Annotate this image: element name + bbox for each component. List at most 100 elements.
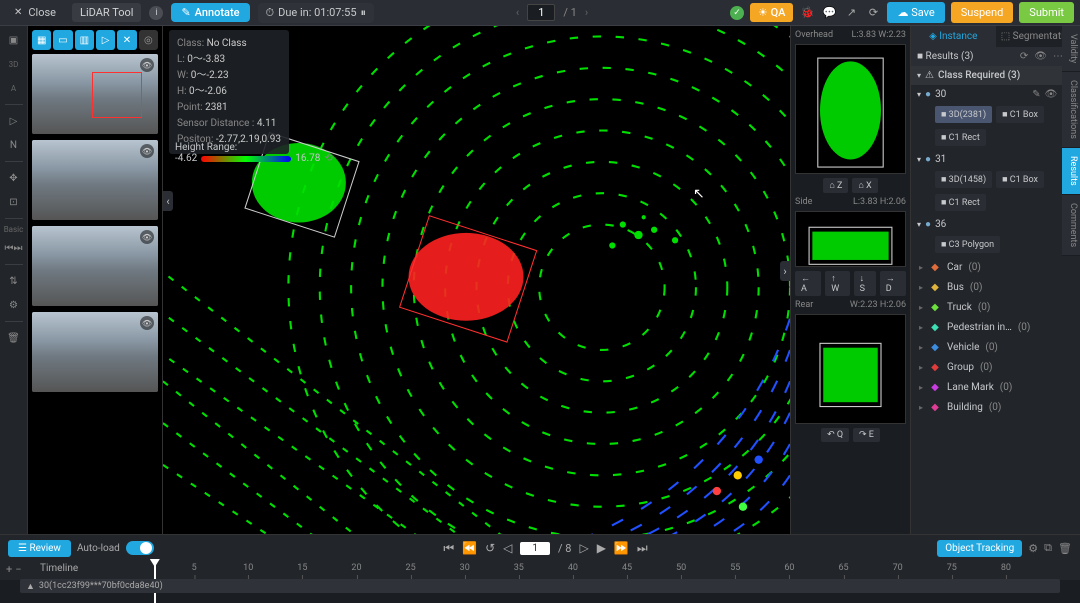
play-icon[interactable]: ▶ xyxy=(597,541,606,555)
tool-skip-icon[interactable]: ⏮⏭ xyxy=(4,238,24,258)
obj30-3d-chip[interactable]: ■ 3D(2381) xyxy=(935,106,992,123)
pb-gear-icon[interactable]: ⚙ xyxy=(1028,542,1038,555)
tool-n-icon[interactable]: N xyxy=(4,135,24,155)
rail-classifications[interactable]: Classifications xyxy=(1062,72,1080,148)
submit-button[interactable]: Submit xyxy=(1019,2,1074,23)
lidar-canvas[interactable]: Class: No Class L: 0～-3.83 W: 0～-2.23 H:… xyxy=(163,26,790,534)
timeline-ruler[interactable]: 5101520253035404550556065707580 xyxy=(140,563,1060,575)
rail-validity[interactable]: Validity xyxy=(1062,26,1080,72)
camera-thumb-3[interactable]: 👁 xyxy=(32,226,158,306)
class-row-truck[interactable]: ▸◆Truck (0) xyxy=(911,297,1080,317)
pager-prev-icon[interactable]: ‹ xyxy=(516,6,519,19)
view-route-icon[interactable]: ✕ xyxy=(117,30,136,50)
side-view[interactable] xyxy=(795,211,906,267)
hr-reset-icon[interactable]: ⟲ xyxy=(324,153,332,164)
rail-results[interactable]: Results xyxy=(1062,148,1080,195)
object-30-row[interactable]: ▾●30✎👁🗑 xyxy=(911,85,1080,104)
tool-capture-icon[interactable]: ▣ xyxy=(4,30,24,50)
next-frame-icon[interactable]: ▷ xyxy=(579,541,588,555)
class-row-bus[interactable]: ▸◆Bus (0) xyxy=(911,277,1080,297)
suspend-button[interactable]: Suspend xyxy=(951,2,1014,23)
obj-eye-icon[interactable]: 👁 xyxy=(1045,89,1058,100)
refresh-icon[interactable]: ⟳ xyxy=(865,5,881,21)
collapse-right-icon[interactable]: › xyxy=(780,261,790,281)
class-row-building[interactable]: ▸◆Building (0) xyxy=(911,397,1080,417)
info-icon[interactable]: i xyxy=(149,6,163,20)
rewind-icon[interactable]: ⏪ xyxy=(462,541,477,555)
share-icon[interactable]: ↗ xyxy=(843,5,859,21)
view-single-icon[interactable]: ▭ xyxy=(53,30,72,50)
skip-end-icon[interactable]: ⏭ xyxy=(637,541,648,556)
nav-e[interactable]: ↷ E xyxy=(853,428,880,442)
tool-trash-icon[interactable]: 🗑 xyxy=(4,328,24,348)
thumb-eye-icon[interactable]: 👁 xyxy=(140,316,154,330)
tool-node-icon[interactable]: ⊡ xyxy=(4,192,24,212)
prev-frame-icon[interactable]: ◁ xyxy=(503,541,512,555)
view-target-icon[interactable]: ◎ xyxy=(139,30,158,50)
class-row-vehicle[interactable]: ▸◆Vehicle (0) xyxy=(911,337,1080,357)
tool-move-icon[interactable]: ✥ xyxy=(4,168,24,188)
timeline-asset-row[interactable]: ▲ 30(1cc23f99***70bf0cda8e40) xyxy=(20,579,1060,593)
ctrl-z[interactable]: ⌂ Z xyxy=(823,178,848,193)
tool-a-icon[interactable]: A xyxy=(4,78,24,98)
class-row-lane-mark[interactable]: ▸◆Lane Mark (0) xyxy=(911,377,1080,397)
skip-start-icon[interactable]: ⏮ xyxy=(443,541,454,556)
nav-s[interactable]: ↓ S xyxy=(854,271,876,296)
thumb-eye-icon[interactable]: 👁 xyxy=(140,230,154,244)
results-eye-icon[interactable]: 👁 xyxy=(1034,51,1047,62)
tool-filter-icon[interactable]: ⇅ xyxy=(4,271,24,291)
view-play-icon[interactable]: ▷ xyxy=(96,30,115,50)
rear-view[interactable] xyxy=(795,314,906,424)
tl-plus-icon[interactable]: + xyxy=(6,563,12,576)
nav-d[interactable]: → D xyxy=(880,271,906,296)
view-grid-icon[interactable]: ▦ xyxy=(32,30,51,50)
tool-play-icon[interactable]: ▷ xyxy=(4,111,24,131)
pb-copy-icon[interactable]: ⧉ xyxy=(1044,541,1052,555)
camera-thumb-4[interactable]: 👁 xyxy=(32,312,158,392)
obj-edit-icon[interactable]: ✎ xyxy=(1032,89,1040,100)
frame-input[interactable]: 1 xyxy=(520,542,550,555)
review-button[interactable]: Review xyxy=(8,540,71,557)
thumb-eye-icon[interactable]: 👁 xyxy=(140,144,154,158)
pager-next-icon[interactable]: › xyxy=(585,6,588,19)
object-tracking-button[interactable]: Object Tracking xyxy=(937,540,1022,557)
object-36-row[interactable]: ▾●36 xyxy=(911,215,1080,234)
bug-icon[interactable]: 🐞 xyxy=(799,5,815,21)
comment-icon[interactable]: 💬 xyxy=(821,5,837,21)
tool-3d-icon[interactable]: 3D xyxy=(4,54,24,74)
pb-trash-icon[interactable]: 🗑 xyxy=(1058,542,1072,555)
tool-settings-icon[interactable]: ⚙ xyxy=(4,295,24,315)
camera-thumb-2[interactable]: 👁 xyxy=(32,140,158,220)
class-row-car[interactable]: ▸◆Car (0) xyxy=(911,257,1080,277)
hr-bar[interactable] xyxy=(201,156,291,162)
annotate-button[interactable]: Annotate xyxy=(171,3,249,22)
forward-icon[interactable]: ⏩ xyxy=(614,541,629,555)
object-31-row[interactable]: ▾●31 xyxy=(911,150,1080,169)
obj36-c3-chip[interactable]: ■ C3 Polygon xyxy=(935,236,1000,253)
overhead-view[interactable] xyxy=(795,44,906,174)
autoload-switch[interactable] xyxy=(126,541,154,555)
obj30-c1box-chip[interactable]: ■ C1 Box xyxy=(996,106,1044,123)
rail-comments[interactable]: Comments xyxy=(1062,195,1080,256)
close-button[interactable]: Close xyxy=(6,3,64,22)
tl-minus-icon[interactable]: − xyxy=(15,563,21,576)
nav-a[interactable]: ← A xyxy=(795,271,821,296)
class-row-pedestrian-in-[interactable]: ▸◆Pedestrian in… (0) xyxy=(911,317,1080,337)
nav-q[interactable]: ↶ Q xyxy=(821,428,849,442)
pause-icon[interactable]: ⏸ xyxy=(361,6,367,20)
ctrl-x[interactable]: ⌂ X xyxy=(852,178,877,193)
tool-chip[interactable]: LiDAR Tool xyxy=(72,3,141,22)
save-button[interactable]: Save xyxy=(887,2,944,23)
class-required-row[interactable]: ▾⚠ Class Required (3) xyxy=(911,66,1080,85)
camera-thumb-1[interactable]: 👁 xyxy=(32,54,158,134)
obj30-c1rect-chip[interactable]: ■ C1 Rect xyxy=(935,129,986,146)
obj31-3d-chip[interactable]: ■ 3D(1458) xyxy=(935,171,992,188)
pager-current[interactable]: 1 xyxy=(527,4,555,21)
step-back-icon[interactable]: ↺ xyxy=(485,541,495,555)
thumb-eye-icon[interactable]: 👁 xyxy=(140,58,154,72)
nav-w[interactable]: ↑ W xyxy=(825,271,849,296)
obj31-c1rect-chip[interactable]: ■ C1 Rect xyxy=(935,194,986,211)
collapse-left-icon[interactable]: ‹ xyxy=(163,191,173,211)
timeline[interactable]: +− Timeline 5101520253035404550556065707… xyxy=(0,561,1080,580)
qa-button[interactable]: ☀ QA xyxy=(750,3,793,22)
